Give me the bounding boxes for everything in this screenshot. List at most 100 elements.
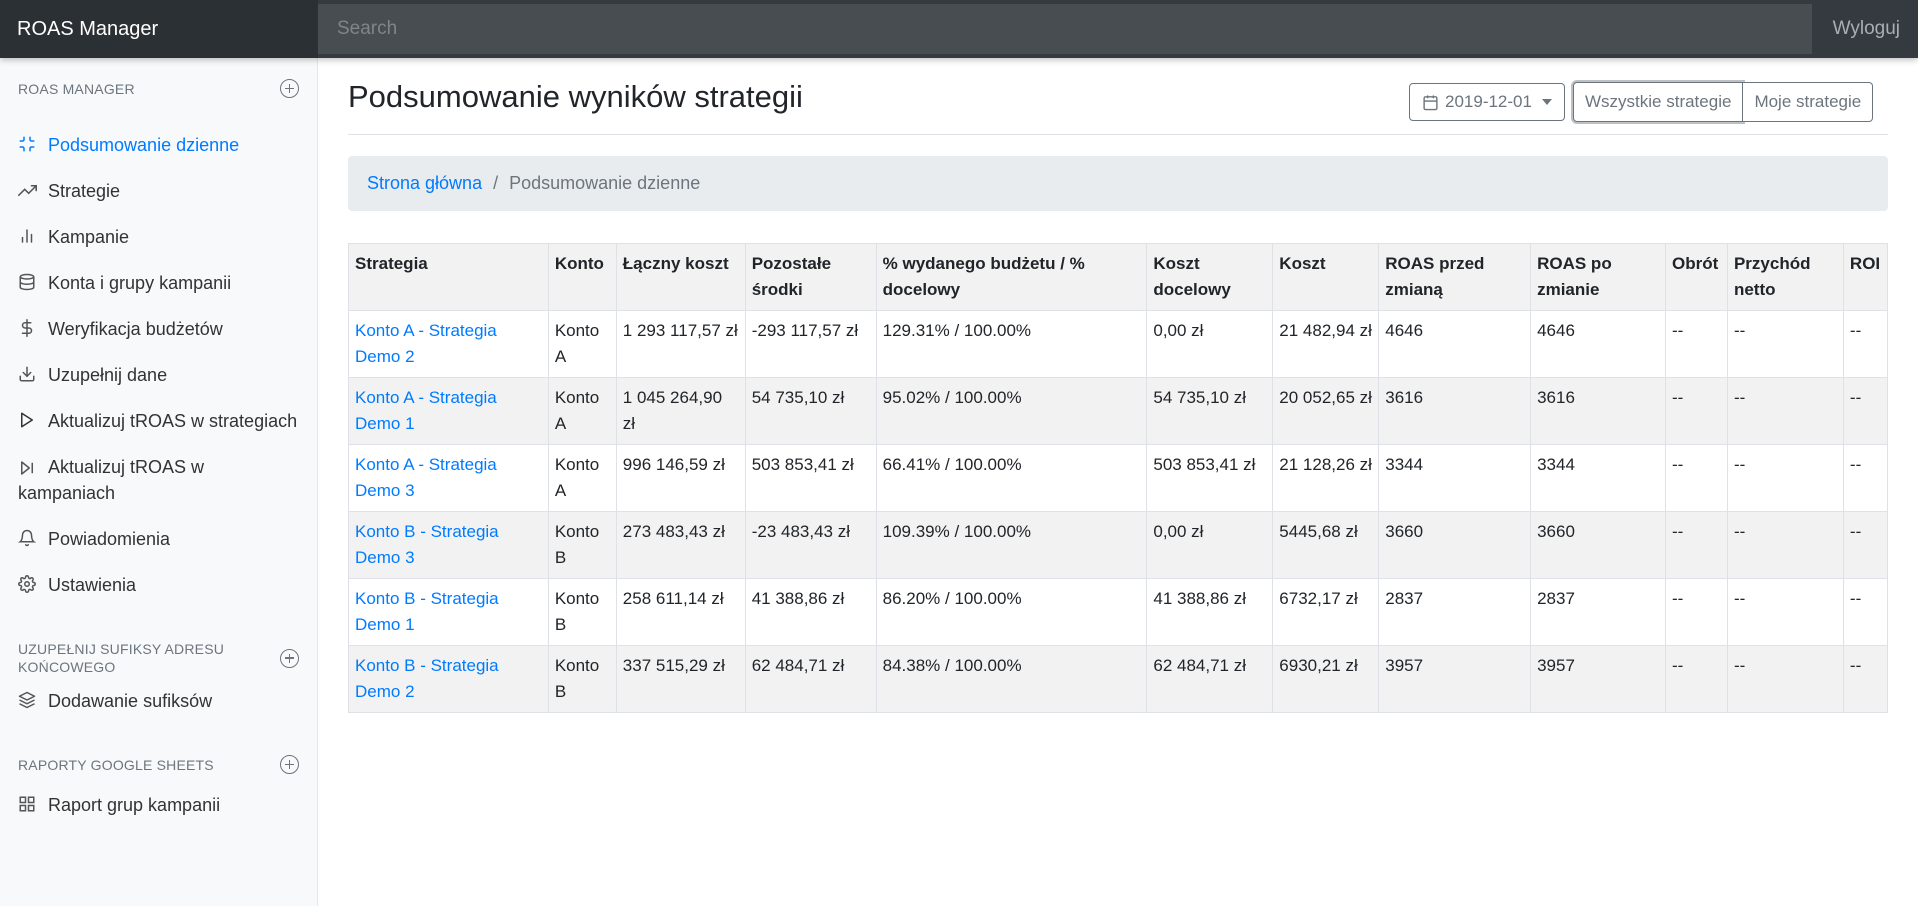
strategy-link[interactable]: Konto B - Strategia Demo 3 [355, 522, 499, 567]
column-header[interactable]: Koszt docelowy [1146, 243, 1274, 311]
table-cell: Konto B - Strategia Demo 1 [348, 578, 549, 646]
my-strategies-button[interactable]: Moje strategie [1743, 82, 1874, 122]
column-header[interactable]: Przychód netto [1726, 243, 1844, 311]
breadcrumb-home-link[interactable]: Strona główna [367, 173, 482, 194]
table-cell: 3660 [1378, 511, 1532, 579]
bell-icon [18, 526, 48, 550]
add-circle-icon[interactable] [280, 648, 299, 668]
column-header[interactable]: Łączny koszt [615, 243, 746, 311]
table-header-row: Strategia Konto Łączny koszt Pozostałe ś… [348, 243, 1889, 311]
table-cell: 3616 [1530, 377, 1666, 445]
column-header[interactable]: % wydanego budżetu / % docelowy [875, 243, 1148, 311]
table-cell: 21 128,26 zł [1272, 444, 1380, 512]
sidebar-item-powiadomienia[interactable]: Powiadomienia [18, 526, 299, 552]
table-cell: 109.39% / 100.00% [875, 511, 1148, 579]
table-cell: -- [1842, 645, 1889, 713]
sidebar-item-ustawienia[interactable]: Ustawienia [18, 572, 299, 598]
strategy-summary-table: Strategia Konto Łączny koszt Pozostałe ś… [348, 243, 1889, 713]
table-cell: -23 483,43 zł [744, 511, 877, 579]
column-header[interactable]: ROAS przed zmianą [1378, 243, 1532, 311]
strategy-filter-group: Wszystkie strategie Moje strategie [1573, 82, 1874, 122]
table-cell: 3660 [1530, 511, 1666, 579]
date-value: 2019-12-01 [1445, 92, 1532, 111]
strategy-link[interactable]: Konto B - Strategia Demo 2 [355, 656, 499, 701]
strategy-link[interactable]: Konto A - Strategia Demo 3 [355, 455, 497, 500]
logout-link[interactable]: Wyloguj [1812, 18, 1918, 40]
search-input[interactable] [318, 4, 1812, 54]
brand-logo[interactable]: ROAS Manager [0, 0, 318, 58]
table-cell: Konto A [547, 310, 617, 378]
minimize-icon [18, 132, 48, 156]
table-cell: 3344 [1378, 444, 1532, 512]
strategy-link[interactable]: Konto A - Strategia Demo 2 [355, 321, 497, 366]
column-header[interactable]: Obrót [1664, 243, 1728, 311]
sidebar-item-konta[interactable]: Konta i grupy kampanii [18, 270, 299, 296]
table-cell: 41 388,86 zł [1146, 578, 1274, 646]
column-header[interactable]: Strategia [348, 243, 549, 311]
database-icon [18, 270, 48, 294]
download-icon [18, 362, 48, 386]
table-row: Konto A - Strategia Demo 3 Konto A 996 146… [348, 444, 1889, 512]
header-divider [348, 134, 1888, 135]
section-heading-sufiksy: UZUPEŁNIJ SUFIKSY ADRESU KOŃCOWEGO [18, 640, 299, 676]
add-circle-icon[interactable] [280, 79, 299, 98]
date-picker-button[interactable]: 2019-12-01 [1409, 83, 1565, 121]
all-strategies-button[interactable]: Wszystkie strategie [1573, 82, 1744, 122]
table-row: Konto A - Strategia Demo 1 Konto A1 045 2… [348, 377, 1889, 445]
column-header[interactable]: Koszt [1272, 243, 1380, 311]
table-cell: 84.38% / 100.00% [875, 645, 1148, 713]
sidebar-item-dodawanie-sufiksow[interactable]: Dodawanie sufiksów [18, 688, 299, 714]
table-cell: 3616 [1378, 377, 1532, 445]
add-circle-icon[interactable] [280, 755, 299, 774]
section-heading-raporty: RAPORTY GOOGLE SHEETS [18, 755, 299, 774]
table-cell: 129.31% / 100.00% [875, 310, 1148, 378]
sidebar-item-aktualizuj-strategie[interactable]: Aktualizuj tROAS w strategiach [18, 408, 299, 434]
column-header[interactable]: Konto [547, 243, 617, 311]
table-row: Konto B - Strategia Demo 2 Konto B 337 515… [348, 645, 1889, 713]
layers-icon [18, 688, 48, 712]
table-row: Konto A - Strategia Demo 2 Konto A1 293 1… [348, 310, 1889, 378]
column-header[interactable]: Pozostałe środki [744, 243, 877, 311]
table-cell: -293 117,57 zł [744, 310, 877, 378]
sidebar: ROAS MANAGER Podsumowanie dzienne Strate… [0, 58, 318, 906]
table-cell: -- [1726, 310, 1844, 378]
sidebar-item-raport-grup[interactable]: Raport grup kampanii [18, 792, 299, 818]
table-cell: 996 146,59 zł [615, 444, 746, 512]
calendar-icon [1423, 94, 1438, 110]
skip-forward-icon [18, 456, 48, 480]
table-cell: 62 484,71 zł [744, 645, 877, 713]
table-cell: 1 293 117,57 zł [615, 310, 746, 378]
table-cell: Konto B [547, 578, 617, 646]
table-cell: 3957 [1378, 645, 1532, 713]
sidebar-item-podsumowanie-dzienne[interactable]: Podsumowanie dzienne [18, 132, 299, 158]
sidebar-item-strategie[interactable]: Strategie [18, 178, 299, 204]
sidebar-item-aktualizuj-kampanie[interactable]: Aktualizuj tROAS w kampaniach [18, 454, 248, 506]
sidebar-item-weryfikacja[interactable]: Weryfikacja budżetów [18, 316, 299, 342]
table-cell: Konto A [547, 377, 617, 445]
table-cell: Konto A - Strategia Demo 3 [348, 444, 549, 512]
table-cell: -- [1664, 578, 1728, 646]
table-cell: 258 611,14 zł [615, 578, 746, 646]
table-cell: 503 853,41 zł [1146, 444, 1274, 512]
table-cell: 95.02% / 100.00% [875, 377, 1148, 445]
table-cell: -- [1664, 645, 1728, 713]
table-cell: 4646 [1530, 310, 1666, 378]
sidebar-item-kampanie[interactable]: Kampanie [18, 224, 299, 250]
table-cell: Konto B - Strategia Demo 2 [348, 645, 549, 713]
sidebar-item-uzupelnij-dane[interactable]: Uzupełnij dane [18, 362, 299, 388]
table-cell: 1 045 264,90 zł [615, 377, 746, 445]
table-cell: 62 484,71 zł [1146, 645, 1274, 713]
column-header[interactable]: ROI [1842, 243, 1889, 311]
strategy-link[interactable]: Konto A - Strategia Demo 1 [355, 388, 497, 433]
column-header[interactable]: ROAS po zmianie [1530, 243, 1666, 311]
play-icon [18, 408, 48, 432]
breadcrumb-current: Podsumowanie dzienne [509, 173, 701, 193]
breadcrumb: Strona główna / Podsumowanie dzienne [348, 156, 1888, 211]
bar-chart-icon [18, 224, 48, 248]
table-row: Konto B - Strategia Demo 1 Konto B 258 611… [348, 578, 1889, 646]
table-cell: 0,00 zł [1146, 511, 1274, 579]
table-cell: Konto B [547, 645, 617, 713]
table-cell: Konto A - Strategia Demo 2 [348, 310, 549, 378]
table-cell: 503 853,41 zł [744, 444, 877, 512]
strategy-link[interactable]: Konto B - Strategia Demo 1 [355, 589, 499, 634]
